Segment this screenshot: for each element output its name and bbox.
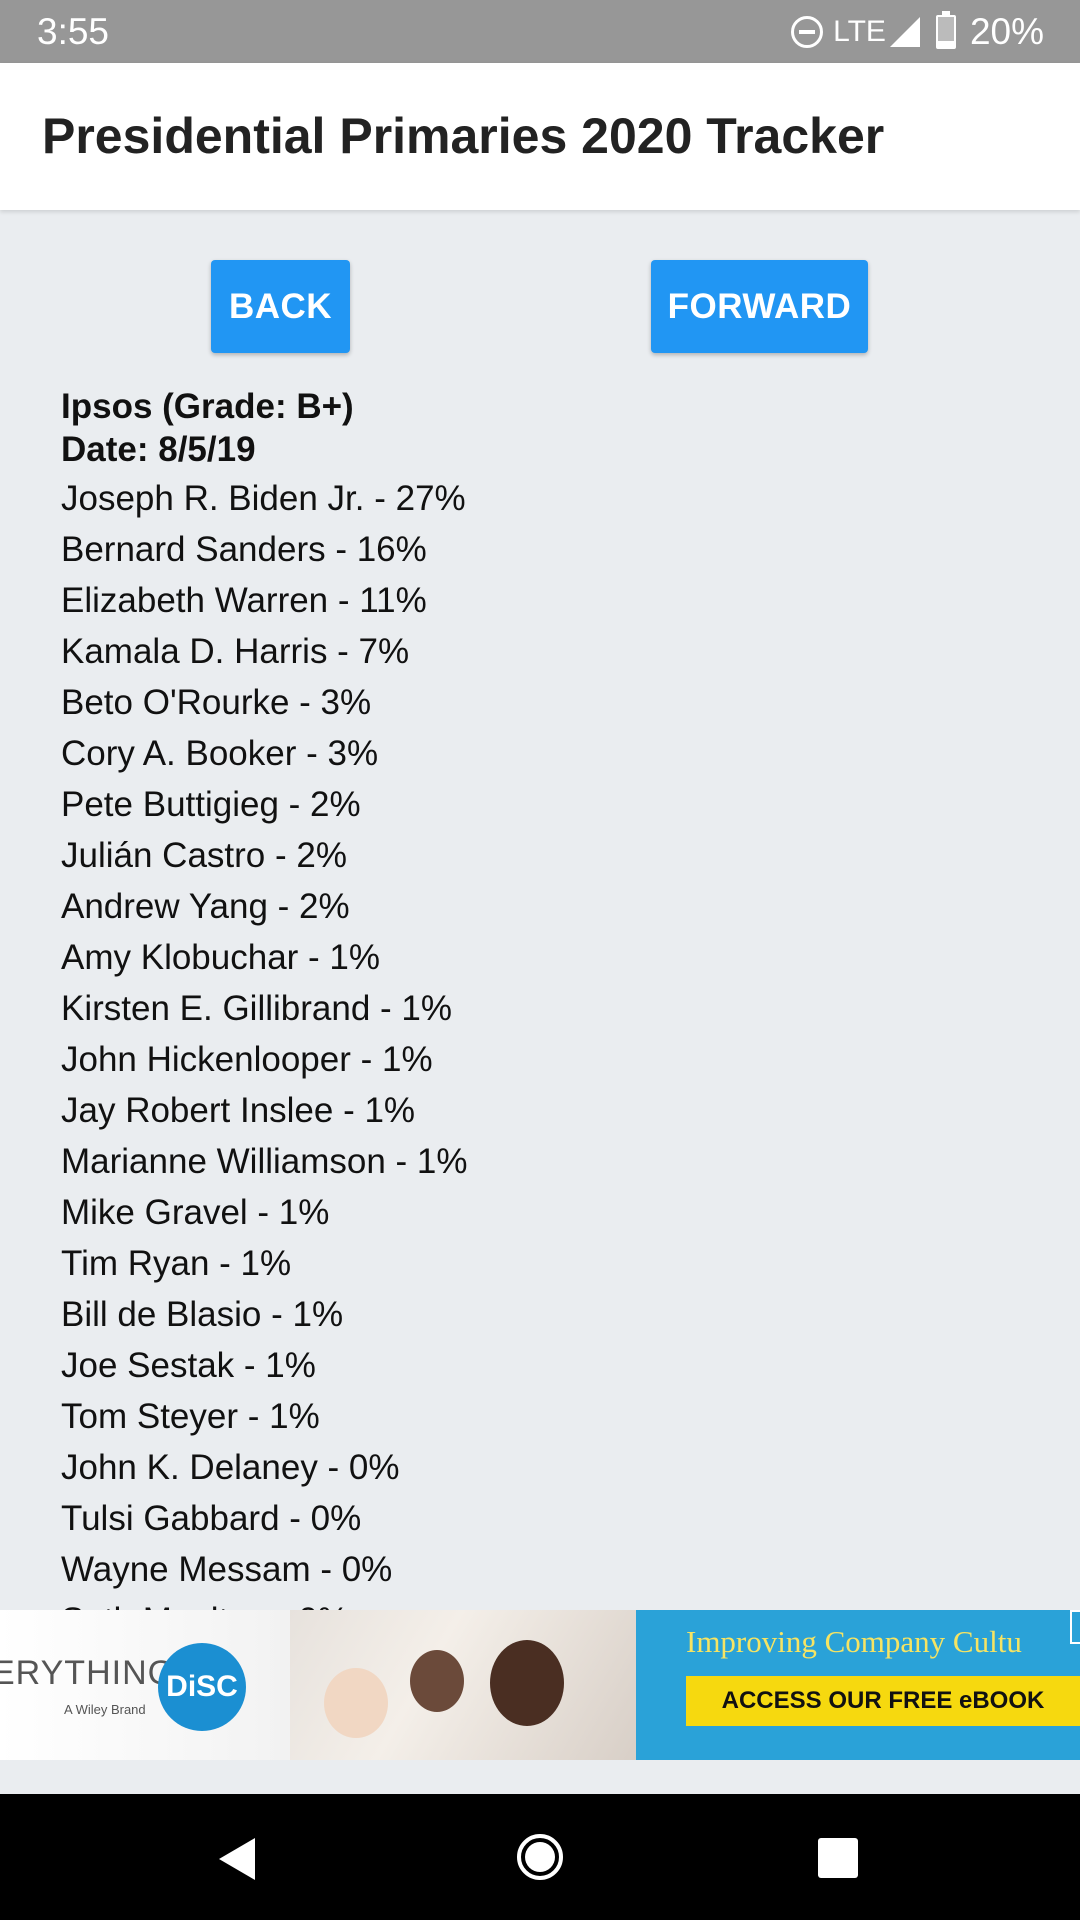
result-item: Seth Moulton - 0% bbox=[61, 1595, 468, 1610]
result-item: Bill de Blasio - 1% bbox=[61, 1295, 344, 1334]
home-icon[interactable] bbox=[517, 1834, 563, 1880]
result-item: Tim Ryan - 1% bbox=[61, 1244, 292, 1283]
ad-close-icon[interactable] bbox=[1070, 1610, 1080, 1644]
result-item: Cory A. Booker - 3% bbox=[61, 734, 379, 773]
result-item: Joe Sestak - 1% bbox=[61, 1346, 316, 1385]
result-item: Joseph R. Biden Jr. - 27% bbox=[61, 479, 466, 518]
person-image bbox=[324, 1668, 388, 1738]
result-item: Elizabeth Warren - 11% bbox=[61, 581, 427, 620]
poll-header: Ipsos (Grade: B+) Date: 8/5/19 bbox=[61, 385, 354, 471]
ad-cta-button[interactable]: ACCESS OUR FREE eBOOK bbox=[686, 1676, 1080, 1726]
result-item: Tom Steyer - 1% bbox=[61, 1397, 320, 1436]
ad-brand-panel: ERYTHING A Wiley Brand DiSC bbox=[0, 1610, 636, 1760]
result-item: Julián Castro - 2% bbox=[61, 836, 347, 875]
ad-offer-panel: Improving Company Cultu ACCESS OUR FREE … bbox=[636, 1610, 1080, 1760]
result-item: Tulsi Gabbard - 0% bbox=[61, 1499, 362, 1538]
result-item: Pete Buttigieg - 2% bbox=[61, 785, 361, 824]
result-item: Andrew Yang - 2% bbox=[61, 887, 350, 926]
result-item: Bernard Sanders - 16% bbox=[61, 530, 427, 569]
person-image bbox=[410, 1650, 464, 1712]
recents-icon[interactable] bbox=[818, 1838, 858, 1878]
result-item: Beto O'Rourke - 3% bbox=[61, 683, 372, 722]
result-item: Mike Gravel - 1% bbox=[61, 1193, 330, 1232]
result-item: John Hickenlooper - 1% bbox=[61, 1040, 433, 1079]
result-item: Kamala D. Harris - 7% bbox=[61, 632, 410, 671]
system-nav-bar bbox=[0, 1794, 1080, 1920]
ad-banner[interactable]: ERYTHING A Wiley Brand DiSC Improving Co… bbox=[0, 1610, 1080, 1760]
back-icon[interactable] bbox=[219, 1838, 255, 1880]
result-item: Marianne Williamson - 1% bbox=[61, 1142, 468, 1181]
results-list: Joseph R. Biden Jr. - 27% Bernard Sanders… bbox=[61, 473, 468, 1610]
result-item: Amy Klobuchar - 1% bbox=[61, 938, 381, 977]
ad-brand-subtitle: A Wiley Brand bbox=[64, 1702, 146, 1717]
result-item: Jay Robert Inslee - 1% bbox=[61, 1091, 416, 1130]
pollster-line: Ipsos (Grade: B+) bbox=[61, 387, 354, 426]
ad-brand-text: ERYTHING bbox=[0, 1654, 176, 1692]
poll-content[interactable]: Ipsos (Grade: B+) Date: 8/5/19 Joseph R.… bbox=[0, 0, 1080, 1610]
result-item: Kirsten E. Gillibrand - 1% bbox=[61, 989, 452, 1028]
ad-headline: Improving Company Cultu bbox=[686, 1624, 1022, 1659]
result-item: Wayne Messam - 0% bbox=[61, 1550, 393, 1589]
result-item: John K. Delaney - 0% bbox=[61, 1448, 400, 1487]
poll-date: Date: 8/5/19 bbox=[61, 430, 256, 469]
disc-logo: DiSC bbox=[158, 1643, 246, 1731]
person-image bbox=[490, 1640, 564, 1726]
ad-photo bbox=[290, 1610, 636, 1760]
